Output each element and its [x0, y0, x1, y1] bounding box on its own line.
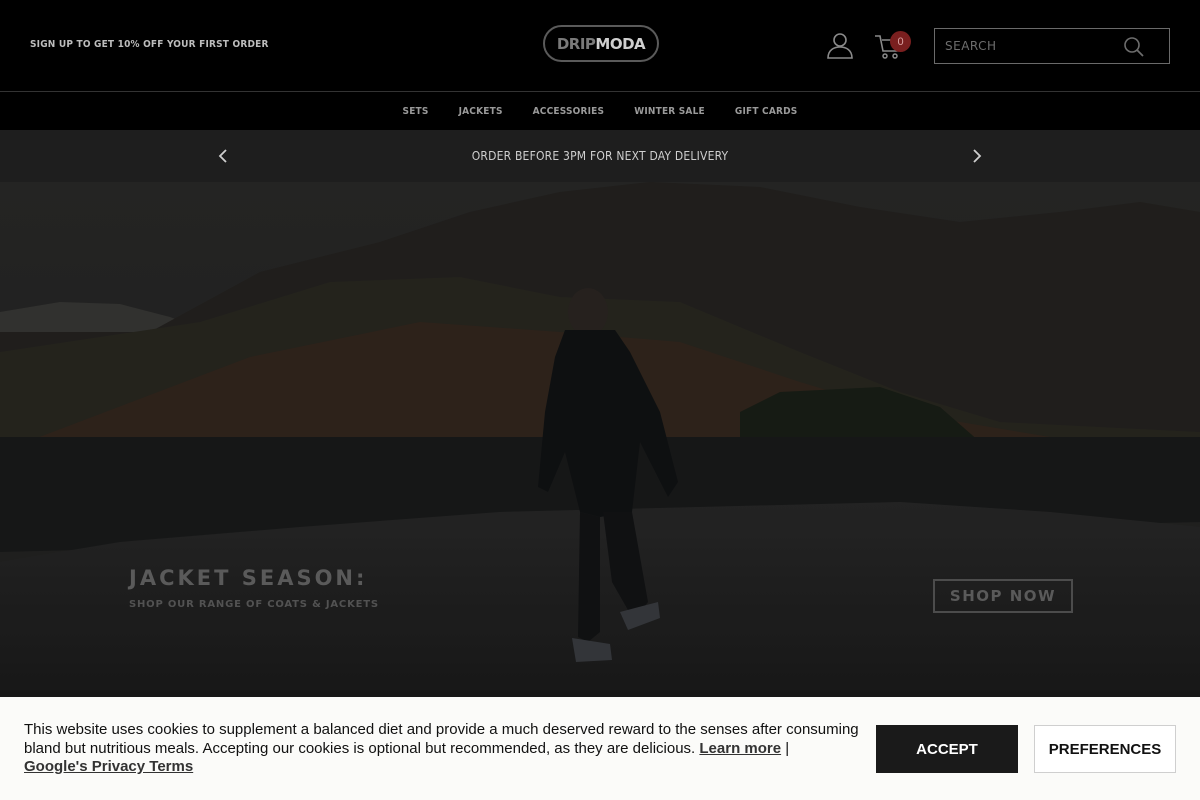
announcement-text: ORDER BEFORE 3PM FOR NEXT DAY DELIVERY: [471, 149, 729, 163]
nav-item-sets[interactable]: SETS: [403, 106, 429, 117]
accept-button[interactable]: ACCEPT: [876, 725, 1018, 773]
logo-part-moda: MODA: [595, 34, 646, 53]
promo-text[interactable]: SIGN UP TO GET 10% OFF YOUR FIRST ORDER: [30, 39, 269, 50]
learn-more-link[interactable]: Learn more: [699, 740, 781, 757]
cookie-message: This website uses cookies to supplement …: [24, 721, 874, 777]
search-box: [934, 28, 1170, 64]
link-separator: |: [785, 739, 790, 757]
announcement-bar: ORDER BEFORE 3PM FOR NEXT DAY DELIVERY: [0, 130, 1200, 182]
cart-count-badge[interactable]: 0: [890, 31, 911, 52]
site-header: SIGN UP TO GET 10% OFF YOUR FIRST ORDER …: [0, 0, 1200, 91]
chevron-left-icon[interactable]: [216, 148, 230, 164]
nav-item-accessories[interactable]: ACCESSORIES: [533, 106, 605, 117]
hero-banner[interactable]: JACKET SEASON: SHOP OUR RANGE OF COATS &…: [0, 182, 1200, 697]
nav-item-jackets[interactable]: JACKETS: [459, 106, 503, 117]
hero-image: [0, 182, 1200, 697]
search-icon[interactable]: [1123, 36, 1145, 58]
chevron-right-icon[interactable]: [970, 148, 984, 164]
hero-subtitle: SHOP OUR RANGE OF COATS & JACKETS: [129, 599, 379, 610]
brand-logo[interactable]: DRIP MODA: [543, 25, 659, 62]
logo-part-drip: DRIP: [556, 34, 596, 53]
main-nav: SETS JACKETS ACCESSORIES WINTER SALE GIF…: [0, 91, 1200, 130]
nav-item-gift-cards[interactable]: GIFT CARDS: [735, 106, 798, 117]
user-icon[interactable]: [826, 31, 854, 59]
privacy-terms-link[interactable]: Google's Privacy Terms: [24, 758, 193, 775]
shop-now-button[interactable]: SHOP NOW: [933, 579, 1073, 613]
cookie-banner: This website uses cookies to supplement …: [0, 697, 1200, 800]
nav-item-winter-sale[interactable]: WINTER SALE: [634, 106, 705, 117]
hero-title: JACKET SEASON:: [129, 566, 368, 590]
preferences-button[interactable]: PREFERENCES: [1034, 725, 1176, 773]
search-input[interactable]: [945, 35, 1115, 57]
